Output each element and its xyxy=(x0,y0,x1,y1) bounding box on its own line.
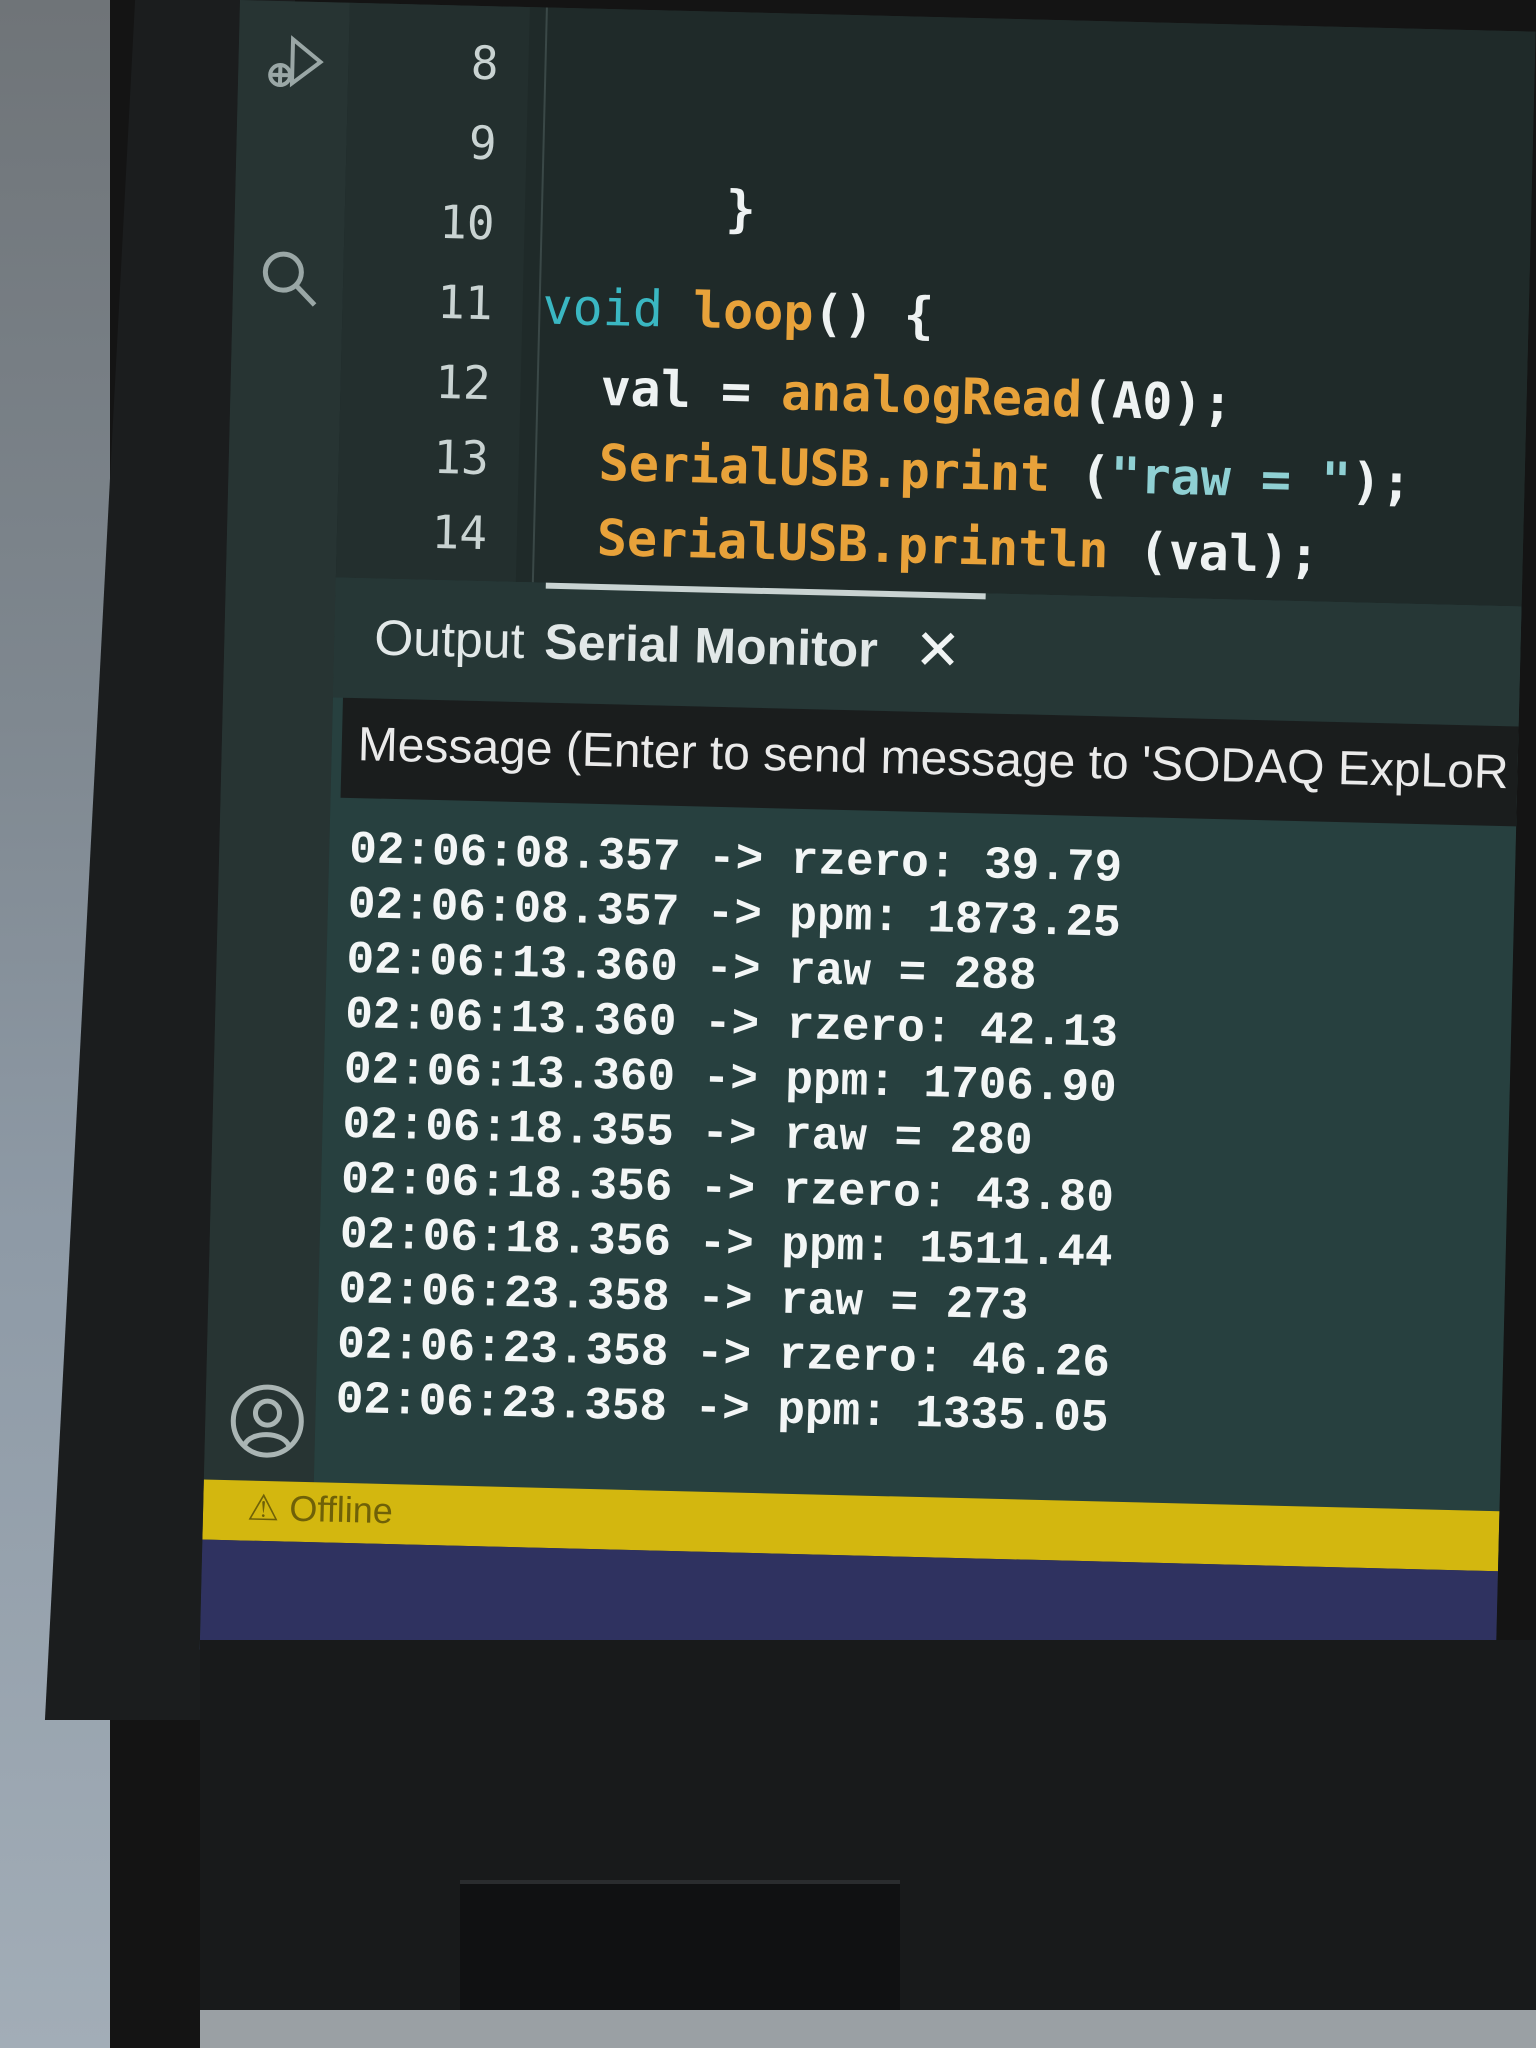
code-token: () { xyxy=(812,284,935,346)
code-token: val = xyxy=(599,358,782,422)
offline-status[interactable]: ⚠ Offline xyxy=(247,1487,394,1533)
code-line-9[interactable]: } xyxy=(543,118,758,297)
tab-serial-monitor[interactable]: Serial Monitor xyxy=(544,613,879,679)
line-number: 10 xyxy=(438,194,496,251)
code-string: "raw = " xyxy=(1109,446,1352,511)
line-number: 13 xyxy=(432,429,490,486)
search-icon[interactable] xyxy=(256,246,322,312)
code-token: ( xyxy=(1049,444,1112,505)
code-line-14[interactable]: SerialUSB.println (val); xyxy=(596,509,1320,585)
line-number: 11 xyxy=(436,274,494,331)
bottom-panel: Output Serial Monitor ✕ 02:06:08.357 -> … xyxy=(230,577,1522,1512)
line-number: 9 xyxy=(468,115,498,171)
code-line-13[interactable]: SerialUSB.print ("raw = "); xyxy=(598,434,1412,512)
code-token: } xyxy=(724,179,757,239)
tab-output[interactable]: Output xyxy=(374,608,525,670)
code-editor[interactable]: 8 9 10 11 12 13 14 } void loop() { val =… xyxy=(335,2,1536,607)
code-token: ); xyxy=(1350,452,1413,512)
code-token: (val); xyxy=(1107,521,1320,585)
message-input[interactable] xyxy=(355,716,1511,802)
laptop-chassis xyxy=(200,2010,1536,2048)
code-function-name: loop xyxy=(692,281,815,343)
code-line-11[interactable]: void loop() { xyxy=(542,277,935,345)
code-keyword: void xyxy=(541,277,664,339)
offline-label: Offline xyxy=(288,1487,394,1532)
line-number-gutter: 8 9 10 11 12 13 14 xyxy=(335,2,530,582)
warning-icon: ⚠ xyxy=(246,1486,280,1529)
code-token: (A0); xyxy=(1081,370,1234,433)
account-icon[interactable] xyxy=(226,1380,308,1462)
debug-icon[interactable] xyxy=(262,31,328,97)
line-number: 8 xyxy=(470,35,500,91)
serial-monitor-log[interactable]: 02:06:08.357 -> rzero: 39.79 02:06:08.35… xyxy=(335,823,1509,1456)
code-function-name: SerialUSB.println xyxy=(596,508,1110,580)
code-function-name: analogRead xyxy=(780,363,1083,429)
close-icon[interactable]: ✕ xyxy=(914,618,962,684)
code-line-12[interactable]: val = analogRead(A0); xyxy=(600,359,1233,432)
line-number: 14 xyxy=(431,504,488,561)
line-number: 12 xyxy=(434,354,492,411)
code-function-name: SerialUSB.print xyxy=(598,433,1051,503)
ide-window: 8 9 10 11 12 13 14 } void loop() { val =… xyxy=(199,0,1536,1682)
